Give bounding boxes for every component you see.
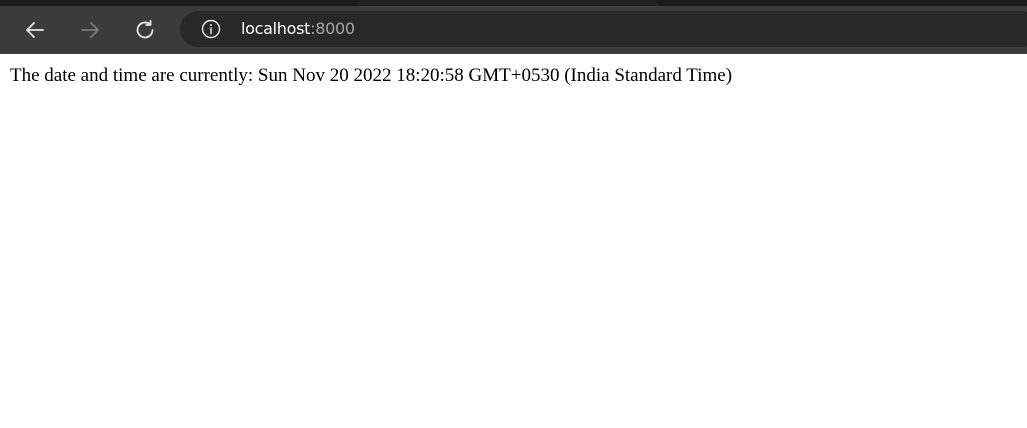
reload-button[interactable] — [129, 14, 161, 46]
forward-arrow-icon — [81, 22, 99, 38]
browser-toolbar: localhost:8000 — [0, 6, 1027, 54]
back-arrow-icon — [26, 22, 44, 38]
forward-button[interactable] — [74, 14, 106, 46]
page-content: The date and time are currently: Sun Nov… — [0, 54, 1027, 428]
address-bar[interactable]: localhost:8000 — [180, 11, 1027, 47]
url-host: localhost — [241, 19, 311, 38]
reload-icon — [136, 19, 154, 39]
url-port: :8000 — [310, 19, 355, 38]
url-text[interactable]: localhost:8000 — [241, 19, 355, 39]
back-button[interactable] — [19, 14, 51, 46]
date-time-message: The date and time are currently: Sun Nov… — [10, 65, 733, 86]
info-icon[interactable] — [201, 19, 221, 39]
browser-chrome: localhost:8000 — [0, 0, 1027, 54]
